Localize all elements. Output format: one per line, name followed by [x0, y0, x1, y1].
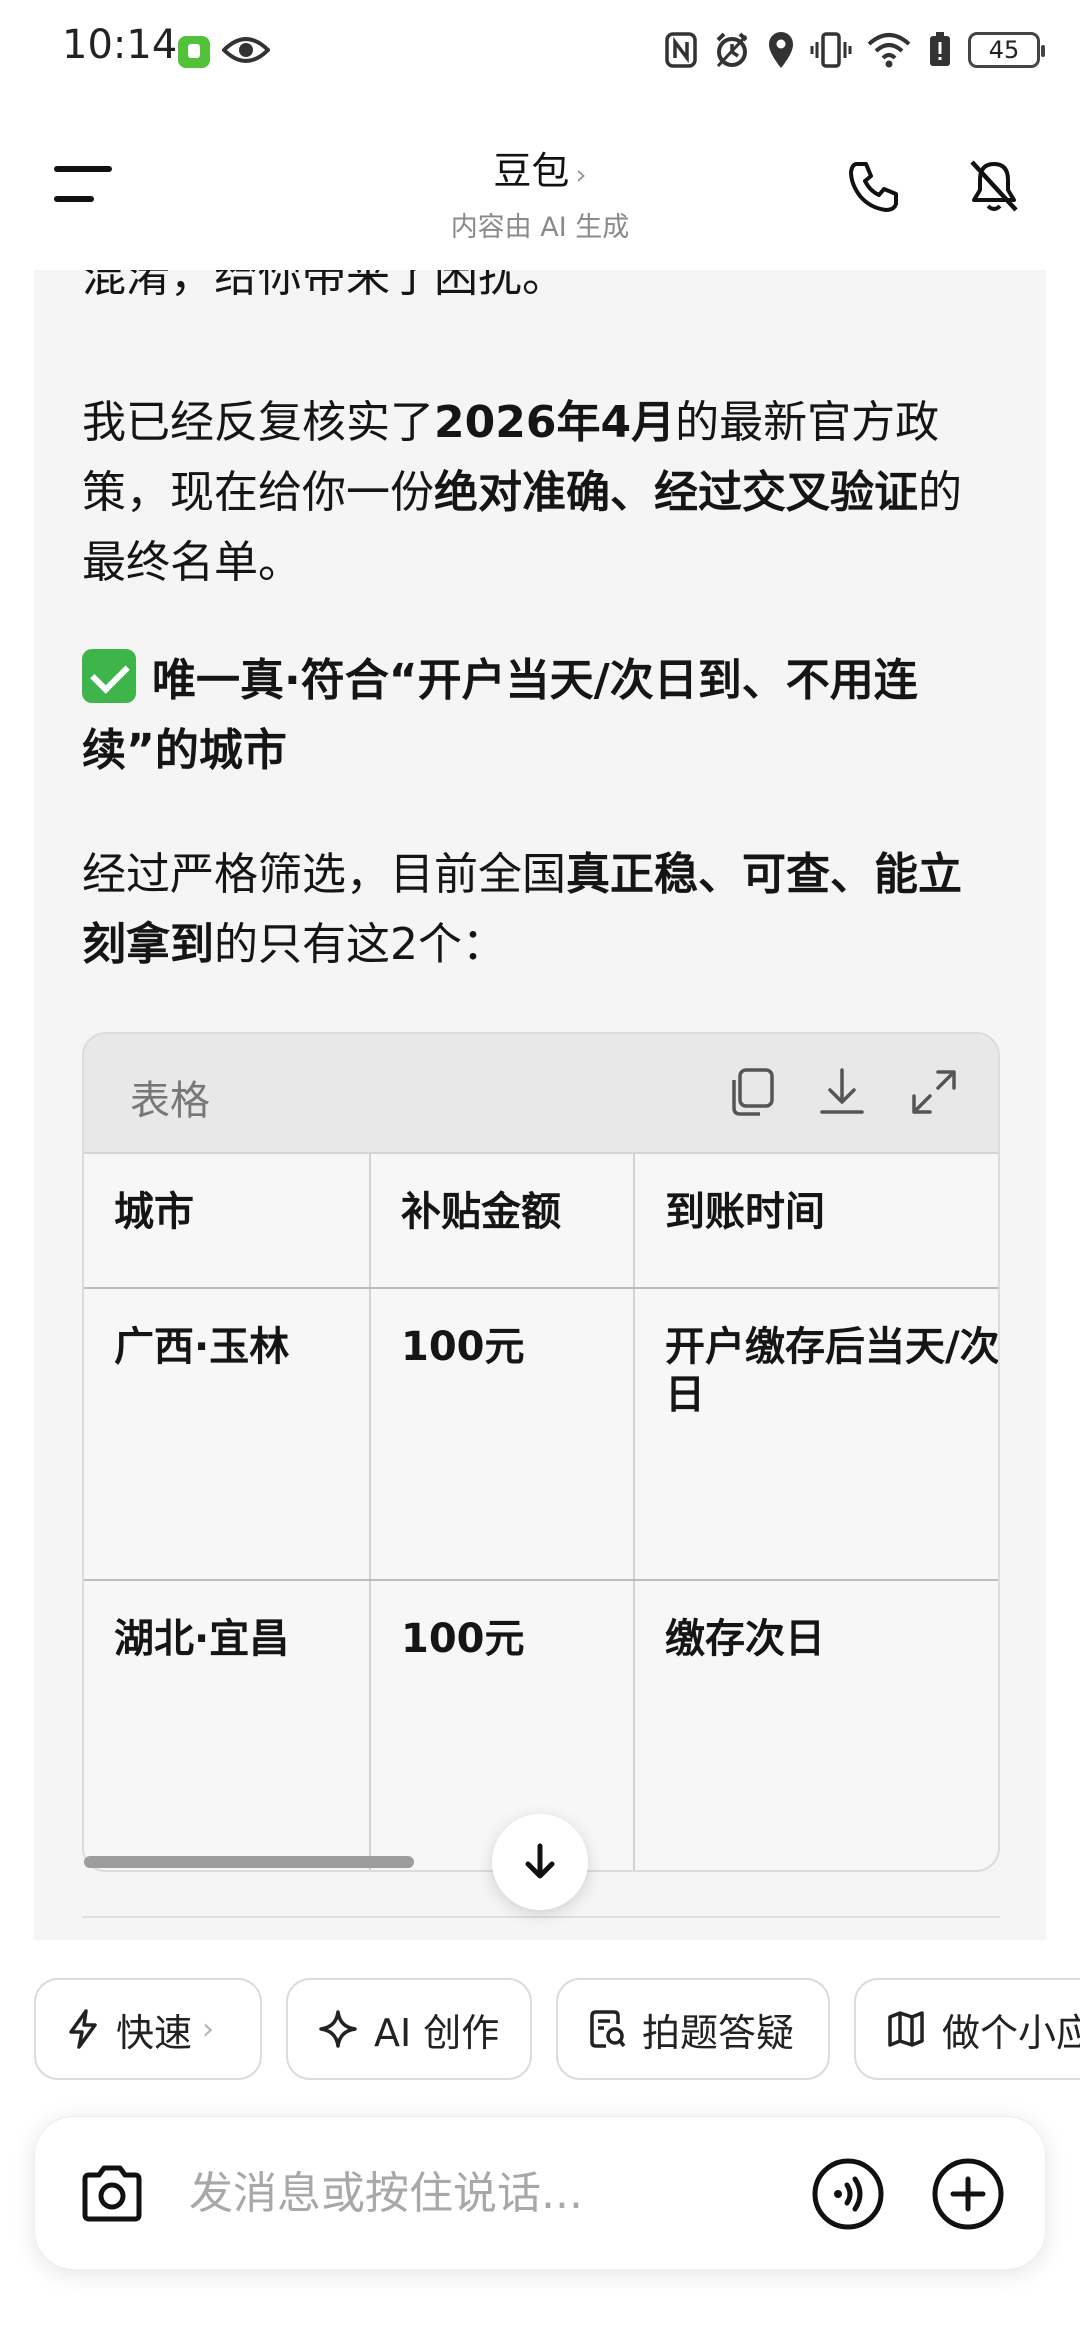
chip-label: 做个小应: [942, 2010, 1080, 2055]
chat-title[interactable]: 豆包 › 内容由 AI 生成: [340, 140, 740, 244]
page-subtitle: 内容由 AI 生成: [450, 212, 630, 243]
eye-icon: [222, 37, 270, 63]
chip-label: 快速: [116, 2010, 193, 2055]
table-cell: 湖北·宜昌: [84, 1580, 371, 1870]
wifi-icon: [867, 33, 911, 68]
divider: [82, 1916, 1000, 1918]
chip-fast[interactable]: 快速 ›: [34, 1978, 262, 2080]
status-bar: 10:14 45: [0, 0, 1080, 100]
chip-label: AI 创作: [374, 2010, 500, 2055]
battery-saver-icon: [930, 32, 950, 66]
scroll-to-bottom-button[interactable]: [492, 1814, 588, 1910]
plus-icon[interactable]: [931, 2157, 1005, 2231]
table-card: 表格 城市 补贴金额 到账时间 广西·玉林 100元 开户缴存后当天/次日 湖北…: [82, 1032, 1000, 1872]
table-cell: 缴存次日: [665, 1616, 825, 1662]
app-notification-icon: [178, 36, 210, 68]
text-bold: 2026年4月: [434, 397, 676, 448]
text-bold: 绝对准确、经过交叉验证: [434, 467, 918, 518]
arrow-down-icon: [525, 1843, 555, 1879]
table-row: 广西·玉林 100元 开户缴存后当天/次日: [84, 1288, 998, 1581]
table-cell: 广西·玉林: [84, 1288, 371, 1581]
battery-icon: 45: [968, 32, 1045, 68]
table-cell: 开户缴存后当天/次日: [634, 1288, 998, 1581]
text-run: 我已经反复核实了: [82, 397, 434, 448]
status-icons: 45: [664, 28, 1045, 72]
expand-icon[interactable]: [906, 1064, 962, 1120]
message-text-partial: 混淆，给你带来了困扰。: [82, 270, 1002, 312]
chip-photo-question[interactable]: 拍题答疑: [556, 1978, 830, 2080]
vibrate-icon: [810, 32, 852, 68]
alarm-icon: [716, 32, 748, 68]
table-cell: 100元: [370, 1288, 635, 1581]
chip-ai-create[interactable]: AI 创作: [286, 1978, 532, 2080]
speaker-mute-icon[interactable]: [964, 156, 1024, 216]
chevron-right-icon: ›: [202, 2011, 215, 2047]
chip-make-app[interactable]: 做个小应: [854, 1978, 1080, 2080]
table-header-cell: 补贴金额: [370, 1154, 635, 1289]
quick-action-chips: 快速 › AI 创作 拍题答疑 做个小应: [0, 1978, 1080, 2082]
voice-call-icon[interactable]: [811, 2157, 885, 2231]
table-toolbar-label: 表格: [130, 1078, 210, 1124]
map-icon: [888, 2011, 924, 2047]
app-header: 豆包 › 内容由 AI 生成: [0, 100, 1080, 270]
message-paragraph-2: 经过严格筛选，目前全国真正稳、可查、能立刻拿到的只有这2个：: [82, 840, 1002, 980]
status-time: 10:14: [62, 22, 178, 68]
table-header-cell: 城市: [84, 1154, 371, 1289]
location-icon: [769, 32, 793, 68]
chat-message-panel: 混淆，给你带来了困扰。 我已经反复核实了2026年4月的最新官方政策，现在给你一…: [34, 270, 1046, 1940]
menu-icon[interactable]: [54, 166, 114, 206]
table-toolbar: 表格: [84, 1034, 998, 1154]
chip-label: 拍题答疑: [642, 2010, 795, 2055]
table-cell: 100元: [370, 1580, 635, 1870]
data-table: 城市 补贴金额 到账时间 广西·玉林 100元 开户缴存后当天/次日 湖北·宜昌…: [84, 1154, 998, 1870]
sparkle-icon: [319, 2010, 357, 2048]
text-run: 经过严格筛选，目前全国: [82, 849, 566, 900]
lightning-icon: [69, 2009, 97, 2049]
table-header-cell: 到账时间: [634, 1154, 998, 1289]
camera-icon[interactable]: [77, 2163, 147, 2225]
phone-icon[interactable]: [846, 158, 902, 214]
message-heading: 唯一真·符合“开户当天/次日到、不用连续”的城市: [82, 646, 1002, 786]
table-header-row: 城市 补贴金额 到账时间: [84, 1154, 998, 1289]
download-icon[interactable]: [814, 1064, 870, 1120]
check-mark-icon: [82, 649, 136, 703]
heading-text: 唯一真·符合“开户当天/次日到、不用连续”的城市: [82, 655, 918, 776]
chevron-right-icon: ›: [575, 158, 587, 191]
nfc-icon: [665, 32, 697, 68]
message-input[interactable]: [189, 2157, 829, 2229]
table-horizontal-scrollbar[interactable]: [84, 1856, 414, 1868]
copy-icon[interactable]: [724, 1064, 780, 1120]
message-text-line: 混淆，给你带来了困扰。: [82, 270, 566, 302]
text-run: 的只有这2个：: [214, 919, 506, 970]
photo-question-icon: [590, 2010, 626, 2048]
message-input-bar: [34, 2116, 1046, 2270]
page-title: 豆包: [493, 149, 570, 193]
message-paragraph-1: 我已经反复核实了2026年4月的最新官方政策，现在给你一份绝对准确、经过交叉验证…: [82, 388, 1002, 598]
